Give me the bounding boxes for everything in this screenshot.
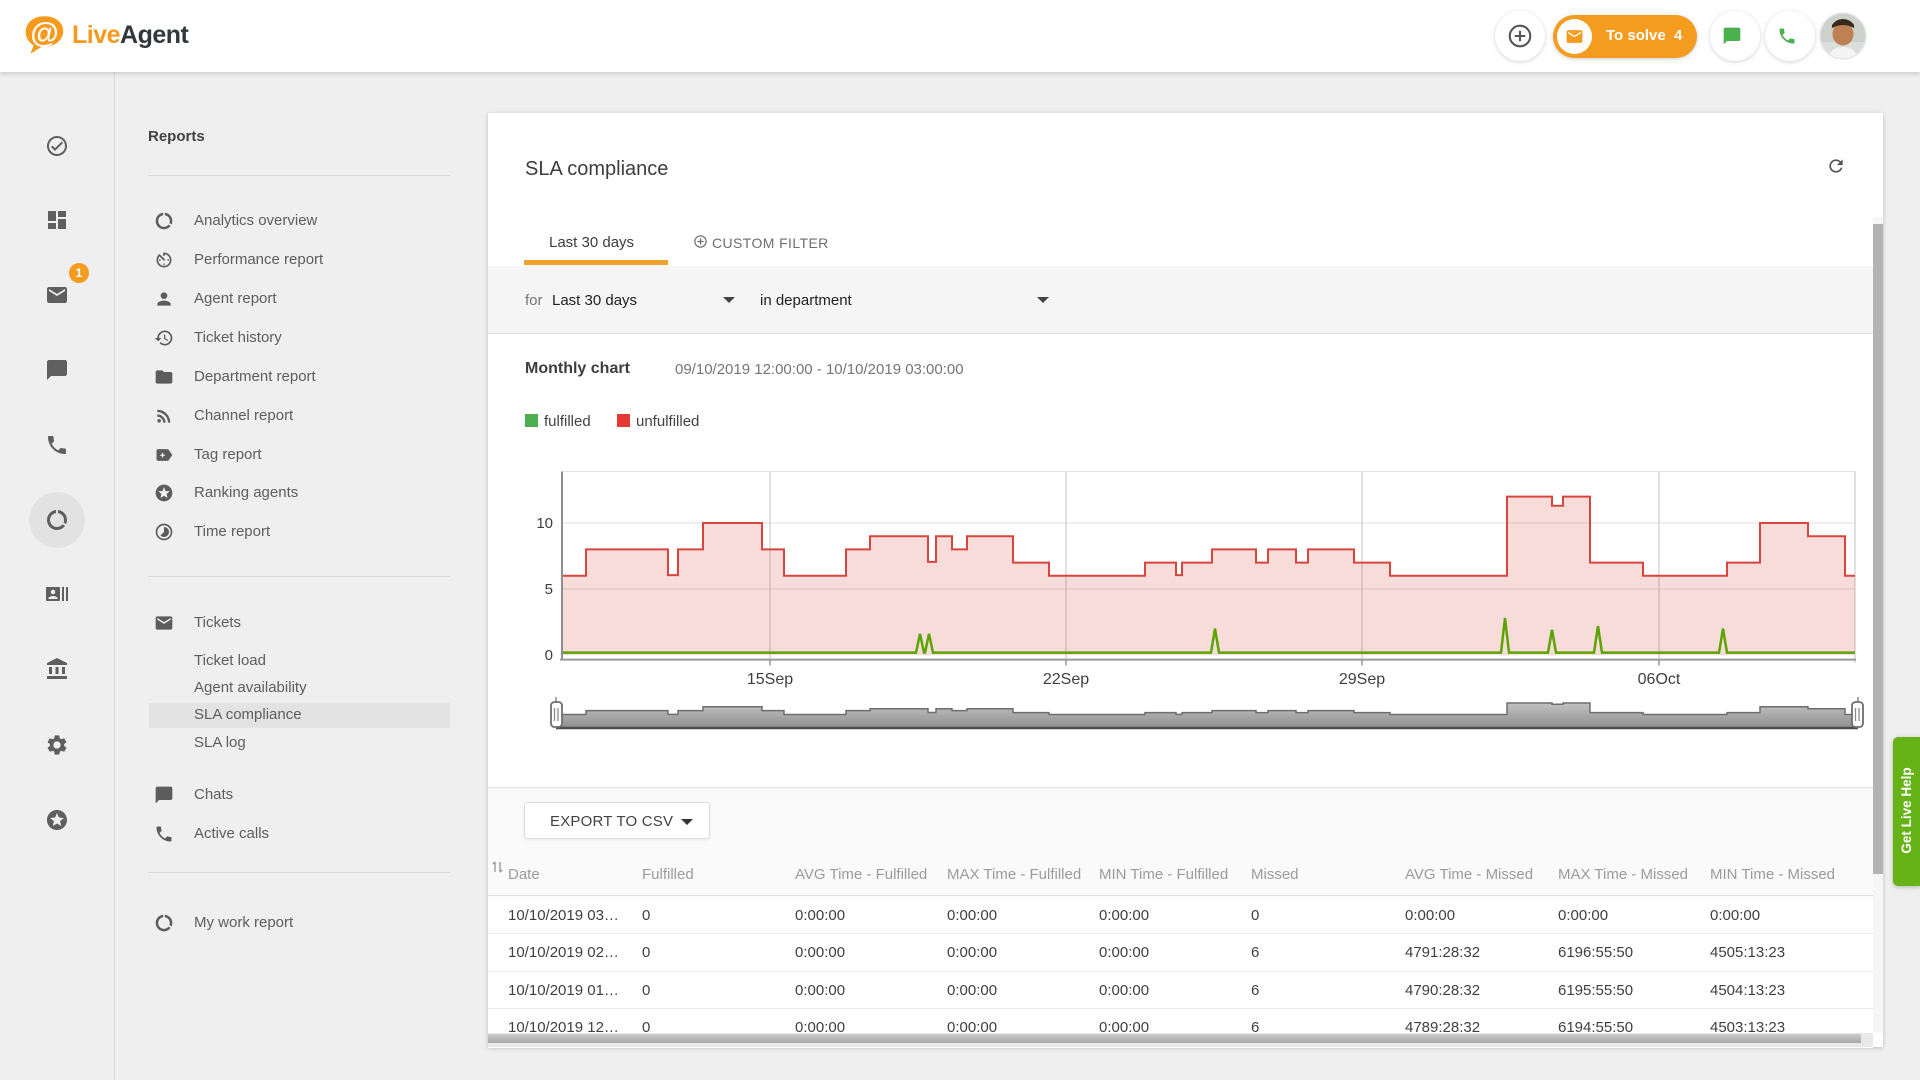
svg-text:0: 0 — [545, 647, 553, 664]
svg-text:22Sep: 22Sep — [1043, 671, 1089, 688]
svg-text:06Oct: 06Oct — [1638, 671, 1681, 688]
svg-text:5: 5 — [545, 581, 553, 598]
svg-text:10: 10 — [536, 515, 553, 532]
svg-text:@: @ — [30, 18, 58, 50]
svg-text:29Sep: 29Sep — [1339, 671, 1385, 688]
svg-text:15Sep: 15Sep — [747, 671, 793, 688]
